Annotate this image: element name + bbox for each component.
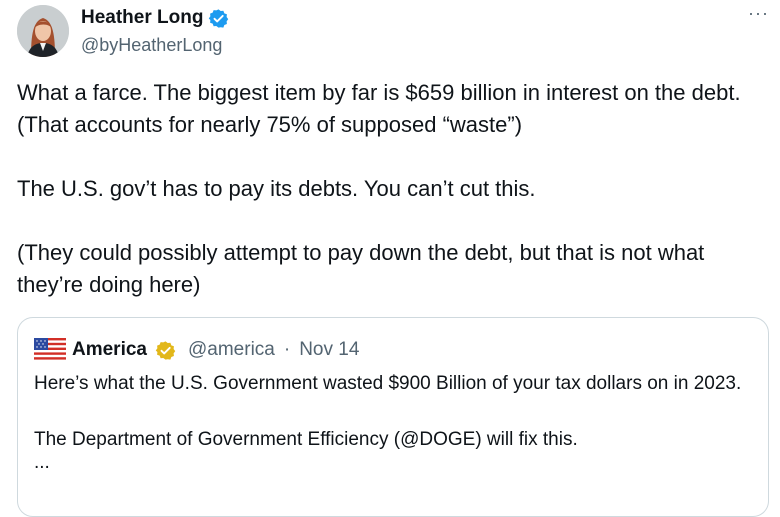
quoted-display-name[interactable]: America (72, 339, 147, 361)
gold-verified-badge-icon (155, 340, 176, 360)
quoted-tweet-text: Here’s what the U.S. Government wasted $… (34, 370, 754, 472)
quoted-ellipsis: ... (34, 452, 50, 473)
tweet-text: What a farce. The biggest item by far is… (17, 77, 769, 301)
author-name-row: Heather Long (81, 6, 229, 30)
quoted-handle[interactable]: @america (188, 339, 275, 361)
quoted-tweet-header: America @america · Nov 14 (34, 334, 359, 366)
separator-dot: · (283, 339, 291, 360)
more-options-icon[interactable]: ··· (748, 4, 769, 22)
author-avatar[interactable] (17, 5, 69, 57)
author-display-name[interactable]: Heather Long (81, 6, 203, 30)
quoted-timestamp[interactable]: Nov 14 (299, 339, 359, 361)
quoted-tweet-card[interactable]: America @america · Nov 14 Here’s what th… (17, 317, 769, 517)
tweet-paragraph: What a farce. The biggest item by far is… (17, 80, 741, 137)
tweet-paragraph: (They could possibly attempt to pay down… (17, 240, 705, 297)
quoted-paragraph: Here’s what the U.S. Government wasted $… (34, 373, 742, 394)
quoted-paragraph: The Department of Government Efficiency … (34, 429, 578, 450)
tweet-paragraph: The U.S. gov’t has to pay its debts. You… (17, 176, 536, 201)
verified-badge-icon (209, 8, 229, 28)
author-handle[interactable]: @byHeatherLong (81, 33, 222, 57)
us-flag-avatar-icon[interactable] (34, 334, 66, 366)
